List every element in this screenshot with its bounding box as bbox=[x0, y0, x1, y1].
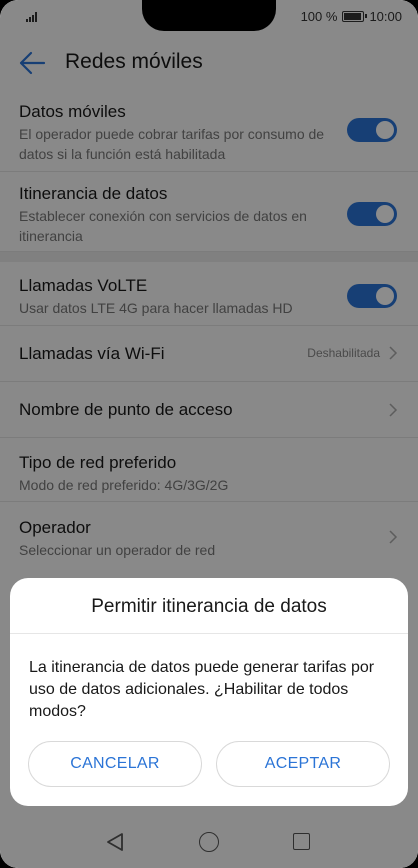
roaming-dialog: Permitir itinerancia de datos La itinera… bbox=[10, 578, 408, 806]
cancel-button[interactable]: CANCELAR bbox=[28, 741, 202, 787]
dialog-message: La itinerancia de datos puede generar ta… bbox=[29, 659, 375, 720]
dialog-title: Permitir itinerancia de datos bbox=[91, 596, 327, 617]
dialog-divider bbox=[10, 633, 408, 634]
phone-screen: 100 % 10:00 Redes móviles Datos móviles … bbox=[0, 0, 418, 868]
accept-button[interactable]: ACEPTAR bbox=[216, 741, 390, 787]
